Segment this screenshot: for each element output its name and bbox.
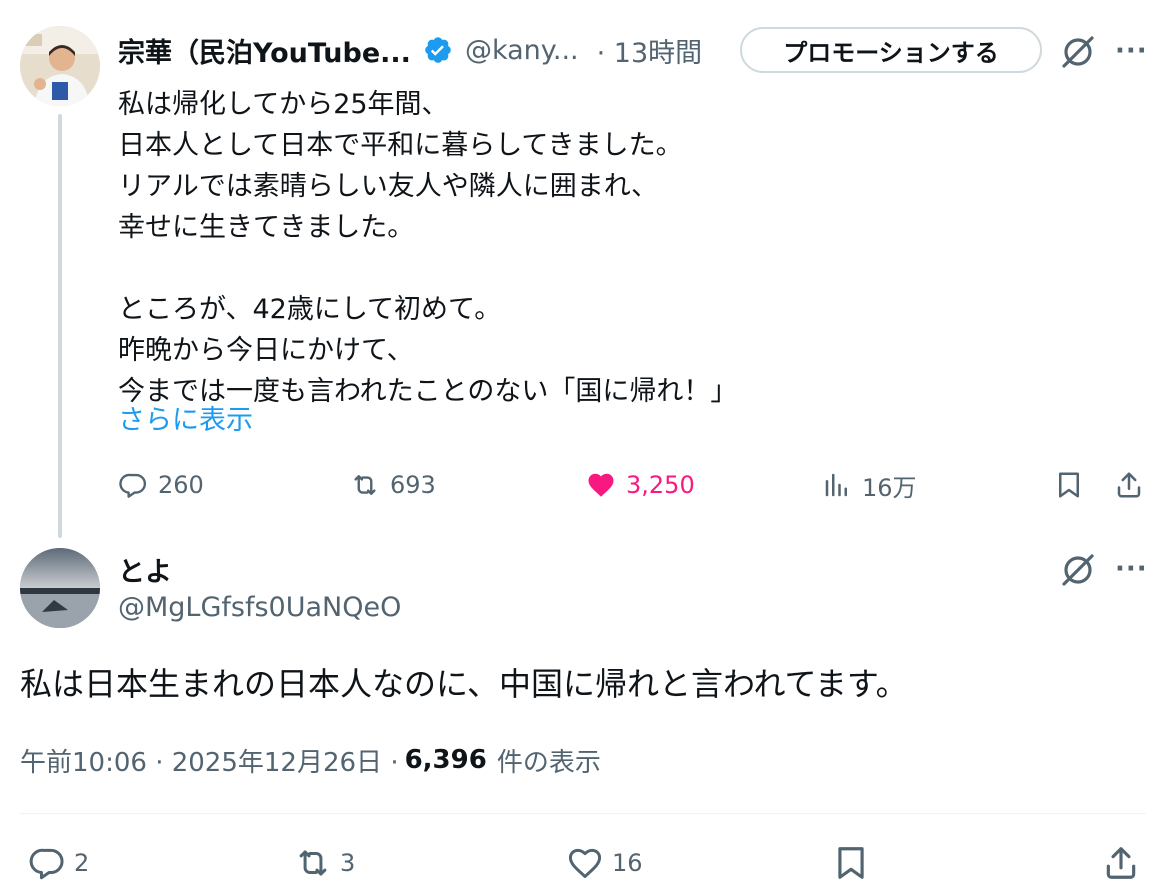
bookmark-button[interactable]	[1054, 462, 1084, 508]
more-options-icon[interactable]: ···	[1115, 36, 1151, 66]
tweet-text-line: 幸せに生きてきました。	[118, 212, 415, 243]
grok-icon[interactable]	[1058, 32, 1098, 72]
share-button[interactable]	[1102, 840, 1140, 886]
views-button[interactable]: 16万	[822, 462, 917, 508]
tweet-timestamp[interactable]: 午前10:06 · 2025年12月26日 ·	[20, 742, 399, 779]
bookmark-icon	[838, 847, 864, 879]
more-options-icon[interactable]: ···	[1115, 554, 1151, 584]
like-count: 16	[612, 849, 643, 877]
author-handle[interactable]: @kany...	[465, 35, 579, 66]
views-count: 6,396	[404, 745, 487, 775]
author-handle[interactable]: @MgLGfsfs0UaNQeO	[118, 592, 401, 623]
reply-button[interactable]: 2	[28, 840, 89, 886]
tweet-actions: 2 3 16	[20, 840, 1160, 886]
tweet-body: 私は日本生まれの日本人なのに、中国に帰れと言われてます。	[20, 665, 908, 703]
author-name[interactable]: 宗華（民泊YouTube...	[118, 31, 411, 70]
bookmark-button[interactable]	[832, 840, 870, 886]
promote-button[interactable]: プロモーションする	[740, 27, 1042, 73]
tweet-text-line: 日本人として日本で平和に暮らしてきました。	[118, 130, 683, 161]
tweet-time[interactable]: · 13時間	[597, 31, 703, 70]
avatar[interactable]	[20, 548, 100, 628]
tweet-text-line: 昨晩から今日にかけて、	[118, 335, 414, 366]
tweet-text-line: ところが、42歳にして初めて。	[118, 294, 502, 325]
tweet-metadata: 午前10:06 · 2025年12月26日 · 6,396 件の表示	[20, 740, 601, 780]
tweet-text-line: 私は帰化してから25年間、	[118, 89, 449, 120]
like-count: 3,250	[626, 471, 695, 499]
tweet-text-line	[118, 248, 737, 289]
grok-icon[interactable]	[1058, 550, 1098, 590]
tweet-actions: 260 693 3,250 16万	[118, 462, 1158, 508]
thread-connector	[58, 114, 62, 538]
like-button[interactable]: 3,250	[586, 462, 695, 508]
tweet-text-line: リアルでは素晴らしい友人や隣人に囲まれ、	[118, 171, 658, 202]
heart-icon	[588, 473, 614, 497]
share-button[interactable]	[1114, 462, 1144, 508]
verified-badge-icon	[425, 37, 451, 63]
tweet-body: 私は帰化してから25年間、 日本人として日本で平和に暮らしてきました。 リアルで…	[118, 84, 737, 412]
repost-icon	[299, 850, 327, 876]
repost-count: 693	[390, 471, 436, 499]
repost-button[interactable]: 693	[350, 462, 436, 508]
author-name[interactable]: とよ	[118, 550, 172, 589]
share-icon	[1117, 472, 1141, 498]
views-label: 件の表示	[496, 747, 601, 778]
reply-count: 2	[74, 849, 90, 877]
reply-button[interactable]: 260	[118, 462, 204, 508]
share-icon	[1106, 847, 1136, 879]
divider	[20, 813, 1146, 814]
show-more-link[interactable]: さらに表示	[118, 398, 253, 437]
repost-count: 3	[340, 849, 356, 877]
views-count: 16万	[862, 473, 917, 502]
reply-count: 260	[158, 471, 204, 499]
repost-button[interactable]: 3	[294, 840, 355, 886]
like-button[interactable]: 16	[566, 840, 643, 886]
reply-icon	[29, 848, 64, 880]
heart-icon	[568, 848, 602, 878]
reply-icon	[119, 473, 147, 498]
views-chart-icon	[825, 473, 847, 497]
avatar[interactable]	[20, 26, 100, 106]
tweet-header: 宗華（民泊YouTube... @kany... · 13時間	[118, 28, 702, 72]
repost-icon	[354, 475, 376, 495]
bookmark-icon	[1059, 472, 1079, 498]
